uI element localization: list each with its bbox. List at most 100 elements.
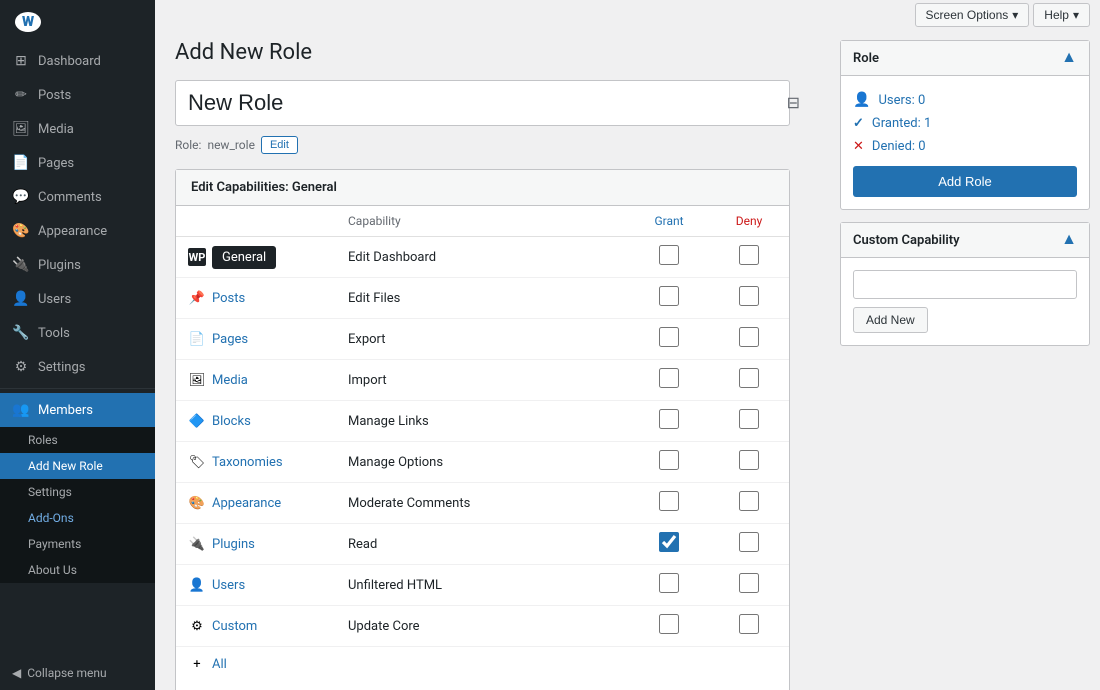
sidebar-item-appearance[interactable]: 🎨 Appearance <box>0 214 155 248</box>
cat-icon-pages: 📄 <box>188 330 206 348</box>
footer-grant: Grant <box>629 681 709 690</box>
deny-checkbox[interactable] <box>739 245 759 265</box>
sidebar: W ⊞ Dashboard ✏ Posts 🖼 Media 📄 Pages 💬 … <box>0 0 155 690</box>
grant-checkbox[interactable] <box>659 614 679 634</box>
deny-checkbox[interactable] <box>739 450 759 470</box>
cap-name: Manage Options <box>336 442 629 483</box>
wp-logo: W <box>0 0 155 44</box>
role-panel-toggle[interactable]: ▲ <box>1061 49 1077 67</box>
help-arrow-icon: ▾ <box>1073 8 1079 22</box>
deny-checkbox[interactable] <box>739 573 759 593</box>
capabilities-box: Edit Capabilities: General Capability Gr… <box>175 169 790 690</box>
col-grant-header: Grant <box>629 206 709 237</box>
grant-checkbox[interactable] <box>659 245 679 265</box>
role-name-wrap: ⊟ <box>175 80 810 126</box>
help-button[interactable]: Help ▾ <box>1033 3 1090 27</box>
users-icon: 👤 <box>12 290 30 308</box>
sidebar-item-pages[interactable]: 📄 Pages <box>0 146 155 180</box>
deny-checkbox[interactable] <box>739 286 759 306</box>
cat-link-media[interactable]: Media <box>212 373 248 388</box>
cat-icon-media: 🖼 <box>188 371 206 389</box>
cat-link-custom[interactable]: Custom <box>212 619 257 634</box>
grant-checkbox[interactable] <box>659 532 679 552</box>
help-label: Help <box>1044 8 1069 22</box>
sidebar-item-comments[interactable]: 💬 Comments <box>0 180 155 214</box>
denied-stat-label: Denied: 0 <box>872 139 926 154</box>
deny-checkbox[interactable] <box>739 532 759 552</box>
cat-link-all[interactable]: All <box>212 657 227 672</box>
sidebar-item-plugins[interactable]: 🔌 Plugins <box>0 248 155 282</box>
sidebar-item-tools[interactable]: 🔧 Tools <box>0 316 155 350</box>
role-panel-title: Role <box>853 51 879 66</box>
role-name-icon-button[interactable]: ⊟ <box>787 93 800 113</box>
deny-checkbox[interactable] <box>739 614 759 634</box>
cat-icon-general: WP <box>188 248 206 266</box>
add-new-capability-button[interactable]: Add New <box>853 307 928 333</box>
footer-deny: Deny <box>709 681 789 690</box>
comments-icon: 💬 <box>12 188 30 206</box>
capabilities-table: Capability Grant Deny WPGeneralEdit Dash… <box>176 206 789 690</box>
custom-capability-title: Custom Capability <box>853 233 960 248</box>
cat-icon-blocks: 🔷 <box>188 412 206 430</box>
users-stat-icon: 👤 <box>853 92 870 108</box>
cat-link-plugins[interactable]: Plugins <box>212 537 255 552</box>
cat-label-general[interactable]: General <box>212 246 276 269</box>
submenu-item-settings[interactable]: Settings <box>0 479 155 505</box>
grant-checkbox[interactable] <box>659 286 679 306</box>
cat-icon-posts: 📌 <box>188 289 206 307</box>
grant-checkbox[interactable] <box>659 368 679 388</box>
role-panel: Role ▲ 👤 Users: 0 ✓ Granted: 1 ✕ Denied:… <box>840 40 1090 210</box>
deny-checkbox[interactable] <box>739 327 759 347</box>
custom-capability-toggle[interactable]: ▲ <box>1061 231 1077 249</box>
deny-checkbox[interactable] <box>739 409 759 429</box>
cat-icon-appearance: 🎨 <box>188 494 206 512</box>
cat-link-posts[interactable]: Posts <box>212 291 245 306</box>
screen-options-arrow-icon: ▾ <box>1012 8 1018 22</box>
sidebar-item-settings[interactable]: ⚙ Settings <box>0 350 155 384</box>
submenu-item-add-ons[interactable]: Add-Ons <box>0 505 155 531</box>
cap-name: Unfiltered HTML <box>336 565 629 606</box>
users-stat-label: Users: 0 <box>878 93 925 108</box>
submenu-item-roles[interactable]: Roles <box>0 427 155 453</box>
cat-icon-taxonomies: 🏷 <box>188 453 206 471</box>
sidebar-item-dashboard[interactable]: ⊞ Dashboard <box>0 44 155 78</box>
sidebar-item-members[interactable]: 👥 Members <box>0 393 155 427</box>
pages-icon: 📄 <box>12 154 30 172</box>
deny-checkbox[interactable] <box>739 491 759 511</box>
cap-name: Import <box>336 360 629 401</box>
cat-link-users[interactable]: Users <box>212 578 245 593</box>
edit-slug-button[interactable]: Edit <box>261 136 298 154</box>
add-role-button[interactable]: Add Role <box>853 166 1077 197</box>
members-icon: 👥 <box>12 401 30 419</box>
cat-link-taxonomies[interactable]: Taxonomies <box>212 455 283 470</box>
granted-stat-label: Granted: 1 <box>872 116 931 131</box>
cat-link-pages[interactable]: Pages <box>212 332 248 347</box>
cat-link-appearance[interactable]: Appearance <box>212 496 281 511</box>
sidebar-item-media[interactable]: 🖼 Media <box>0 112 155 146</box>
grant-checkbox[interactable] <box>659 409 679 429</box>
submenu-item-add-new-role[interactable]: Add New Role <box>0 453 155 479</box>
grant-checkbox[interactable] <box>659 327 679 347</box>
submenu-item-payments[interactable]: Payments <box>0 531 155 557</box>
custom-capability-header: Custom Capability ▲ <box>841 223 1089 258</box>
screen-options-button[interactable]: Screen Options ▾ <box>915 3 1030 27</box>
custom-capability-input[interactable] <box>853 270 1077 299</box>
cat-icon-custom: ⚙ <box>188 617 206 635</box>
deny-checkbox[interactable] <box>739 368 759 388</box>
dashboard-icon: ⊞ <box>12 52 30 70</box>
collapse-menu-button[interactable]: ◀ Collapse menu <box>0 656 155 690</box>
grant-checkbox[interactable] <box>659 573 679 593</box>
tools-icon: 🔧 <box>12 324 30 342</box>
posts-icon: ✏ <box>12 86 30 104</box>
members-submenu: Roles Add New Role Settings Add-Ons Paym… <box>0 427 155 583</box>
plugins-icon: 🔌 <box>12 256 30 274</box>
footer-capability: Capability <box>336 681 629 690</box>
role-name-input[interactable] <box>175 80 790 126</box>
submenu-item-about-us[interactable]: About Us <box>0 557 155 583</box>
grant-checkbox[interactable] <box>659 450 679 470</box>
sidebar-item-posts[interactable]: ✏ Posts <box>0 78 155 112</box>
sidebar-item-users[interactable]: 👤 Users <box>0 282 155 316</box>
grant-checkbox[interactable] <box>659 491 679 511</box>
custom-capability-panel: Custom Capability ▲ Add New <box>840 222 1090 346</box>
cat-link-blocks[interactable]: Blocks <box>212 414 251 429</box>
